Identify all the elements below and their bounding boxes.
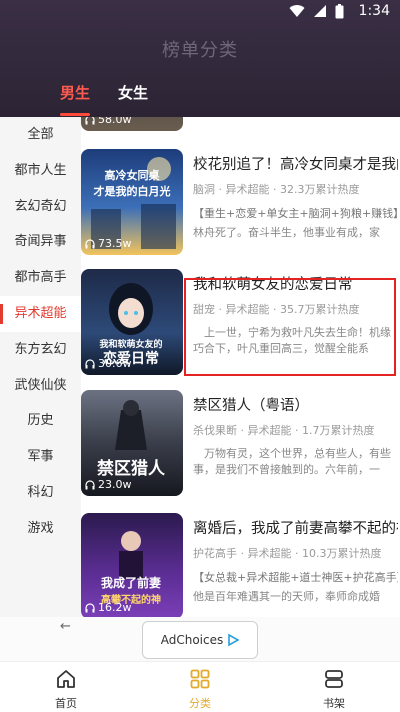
- nav-category[interactable]: 分类: [160, 668, 240, 711]
- wifi-icon: [289, 5, 305, 18]
- book-info: 禁区猎人（粤语） 杀伐果断 · 异术超能 · 1.7万累计热度 万物有灵，这个世…: [193, 390, 398, 478]
- adchoices-button[interactable]: AdChoices: [142, 621, 258, 659]
- category-sidebar: 全部 都市人生 玄幻奇幻 奇闻异事 都市高手 异术超能 东方玄幻 武侠仙侠 历史…: [0, 117, 81, 617]
- gender-tabs: 男生 女生: [60, 82, 148, 116]
- book-meta: 脑洞 · 异术超能 · 32.3万累计热度: [193, 183, 360, 196]
- nav-home-label: 首页: [55, 697, 77, 710]
- tab-male[interactable]: 男生: [60, 82, 91, 116]
- category-icon: [190, 669, 210, 689]
- svg-text:高冷女同桌: 高冷女同桌: [105, 168, 161, 182]
- selection-highlight: [184, 278, 396, 376]
- list-item[interactable]: 58.0w: [81, 117, 400, 131]
- book-info: 离婚后，我成了前妻高攀不起的神 护花高手 · 异术超能 · 10.3万累计热度 …: [193, 513, 398, 605]
- sidebar-item-eastern-fantasy[interactable]: 东方玄幻: [0, 332, 81, 368]
- svg-text:我和软萌女友的: 我和软萌女友的: [99, 338, 162, 350]
- book-description: 他是百年难遇其一的天师，奉师命成婚三…: [193, 590, 380, 603]
- sidebar-item-military[interactable]: 军事: [0, 439, 81, 475]
- heat-badge: 73.5w: [85, 237, 132, 250]
- book-title: 禁区猎人（粤语）: [193, 398, 309, 414]
- heat-value: 16.2w: [98, 601, 132, 614]
- heat-value: 23.0w: [98, 478, 132, 491]
- book-cover: 我成了前妻 高攀不起的神 16.2w: [81, 513, 183, 617]
- sidebar-item-urban-life[interactable]: 都市人生: [0, 153, 81, 189]
- bookshelf-icon: [325, 670, 343, 688]
- signal-icon: [314, 5, 326, 17]
- heat-badge: 58.0w: [85, 117, 132, 126]
- book-cover: 58.0w: [81, 117, 183, 131]
- home-icon: [57, 670, 75, 688]
- headphones-icon: [85, 117, 95, 124]
- headphones-icon: [85, 479, 95, 489]
- sidebar-item-strange-tales[interactable]: 奇闻异事: [0, 224, 81, 260]
- headphones-icon: [85, 238, 95, 248]
- list-item[interactable]: 我成了前妻 高攀不起的神 16.2w 离婚后，我成了前妻高攀不起的神 护花高手 …: [81, 513, 400, 617]
- sidebar-item-history[interactable]: 历史: [0, 403, 81, 439]
- status-time: 1:34: [358, 3, 390, 19]
- sidebar-item-scifi[interactable]: 科幻: [0, 475, 81, 511]
- list-item[interactable]: 高冷女同桌 才是我的白月光 73.5w 校花别追了！高冷女同桌才是我的 脑洞 ·…: [81, 149, 400, 255]
- status-bar: 1:34: [0, 0, 400, 24]
- status-icons: [289, 4, 344, 19]
- book-title: 校花别追了！高冷女同桌才是我的: [193, 157, 398, 173]
- list-item[interactable]: 禁区猎人 23.0w 禁区猎人（粤语） 杀伐果断 · 异术超能 · 1.7万累计…: [81, 390, 400, 496]
- book-tags: 【女总裁+异术超能+道士神医+护花高手】: [193, 571, 398, 584]
- nav-category-label: 分类: [189, 697, 211, 710]
- nav-bookshelf[interactable]: 书架: [294, 668, 374, 711]
- svg-text:禁区猎人: 禁区猎人: [97, 458, 166, 479]
- bottom-nav: 首页 分类 书架: [0, 661, 400, 712]
- sidebar-item-fantasy[interactable]: 玄幻奇幻: [0, 189, 81, 225]
- heat-badge: 16.2w: [85, 601, 132, 614]
- back-arrow-icon[interactable]: ←: [60, 619, 71, 634]
- book-meta: 杀伐果断 · 异术超能 · 1.7万累计热度: [193, 424, 375, 437]
- book-title: 离婚后，我成了前妻高攀不起的神: [193, 521, 398, 537]
- book-tags: 【重生+恋爱+单女主+脑洞+狗粮+赚钱】: [193, 207, 398, 220]
- book-cover: 我和软萌女友的 恋爱日常 30.6w: [81, 269, 183, 375]
- nav-home[interactable]: 首页: [26, 668, 106, 711]
- heat-value: 30.6w: [98, 357, 132, 370]
- headphones-icon: [85, 602, 95, 612]
- ad-banner: ← AdChoices: [0, 617, 400, 661]
- sidebar-item-game[interactable]: 游戏: [0, 511, 81, 547]
- sidebar-item-superpower[interactable]: 异术超能: [0, 295, 81, 332]
- page-title: 榜单分类: [162, 40, 238, 61]
- heat-badge: 23.0w: [85, 478, 132, 491]
- sidebar-item-wuxia[interactable]: 武侠仙侠: [0, 368, 81, 404]
- heat-value: 73.5w: [98, 237, 132, 250]
- battery-icon: [335, 4, 344, 19]
- book-meta: 护花高手 · 异术超能 · 10.3万累计热度: [193, 547, 382, 560]
- sidebar-item-all[interactable]: 全部: [0, 117, 81, 153]
- svg-text:才是我的白月光: 才是我的白月光: [94, 184, 171, 198]
- book-description: 万物有灵，这个世界，总有些人，有些事，是我们不曾接触到的。六年前，一个…: [193, 447, 391, 476]
- svg-text:我成了前妻: 我成了前妻: [101, 575, 161, 590]
- headphones-icon: [85, 358, 95, 368]
- header: 1:34 榜单分类 男生 女生: [0, 0, 400, 117]
- sidebar-item-urban-master[interactable]: 都市高手: [0, 260, 81, 296]
- book-description: 林舟死了。奋斗半生，他事业有成，家财…: [193, 226, 380, 239]
- book-info: 校花别追了！高冷女同桌才是我的 脑洞 · 异术超能 · 32.3万累计热度 【重…: [193, 149, 398, 241]
- book-cover: 禁区猎人 23.0w: [81, 390, 183, 496]
- heat-value: 58.0w: [98, 117, 132, 126]
- book-cover: 高冷女同桌 才是我的白月光 73.5w: [81, 149, 183, 255]
- nav-bookshelf-label: 书架: [323, 697, 345, 710]
- adchoices-label: AdChoices: [160, 633, 224, 647]
- adchoices-icon: [228, 634, 240, 646]
- tab-female[interactable]: 女生: [118, 82, 148, 111]
- heat-badge: 30.6w: [85, 357, 132, 370]
